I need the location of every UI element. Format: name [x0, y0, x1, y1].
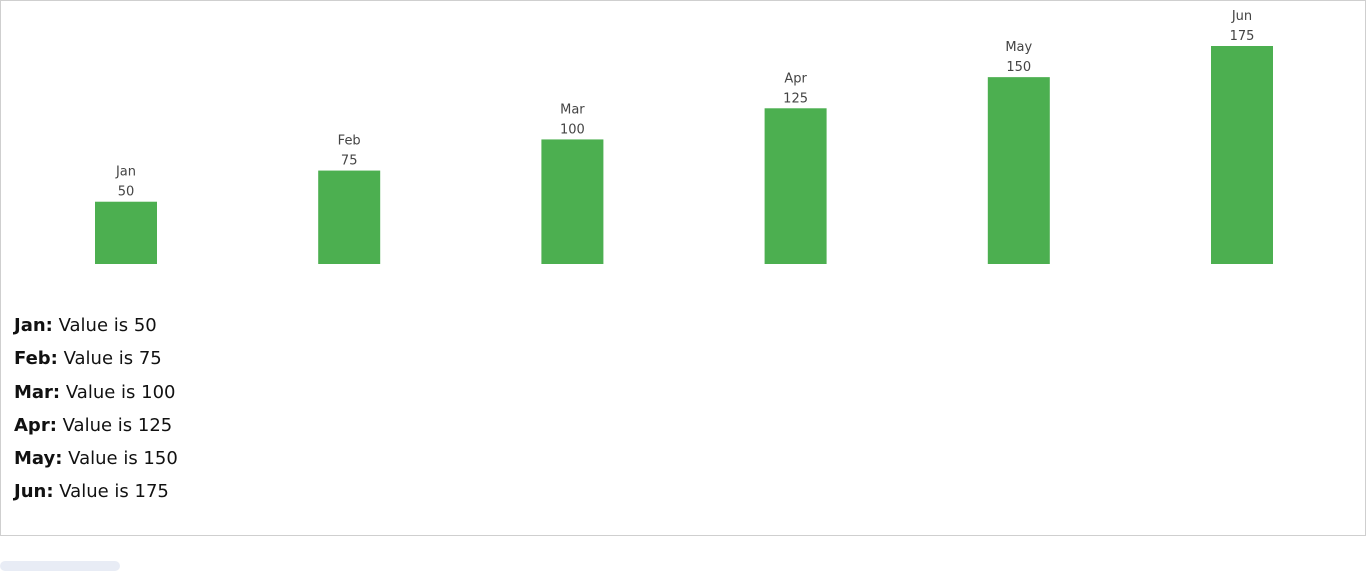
detail-text: Value is 175 — [59, 481, 169, 503]
detail-item-apr: Apr: Value is 125 — [14, 409, 178, 442]
bar-value-label: 175 — [1230, 29, 1255, 44]
bar-category-label: Feb — [338, 134, 361, 149]
bottom-control[interactable] — [0, 561, 120, 571]
detail-text: Value is 75 — [63, 348, 162, 370]
bar-mar[interactable] — [541, 139, 604, 264]
bar-category-label: May — [1005, 40, 1032, 55]
detail-category: Mar: — [14, 381, 61, 403]
bar-jan[interactable] — [95, 201, 157, 264]
bar-value-label: 75 — [341, 154, 358, 169]
bar-apr[interactable] — [764, 108, 827, 265]
bar-feb[interactable] — [318, 170, 381, 264]
detail-category: Jan: — [14, 315, 53, 336]
bar-category-label: Apr — [784, 71, 807, 86]
detail-item-jan: Jan: Value is 50 — [14, 309, 178, 342]
detail-text: Value is 100 — [65, 381, 176, 403]
bar-jun[interactable] — [1211, 46, 1273, 264]
detail-text: Value is 50 — [58, 315, 157, 336]
bar-value-label: 50 — [118, 185, 135, 200]
detail-text: Value is 125 — [62, 414, 173, 436]
detail-item-feb: Feb: Value is 75 — [14, 342, 178, 375]
detail-category: Feb: — [14, 348, 58, 370]
bar-chart: Jan 50 Feb 75 Mar 100 Apr 125 May 150 Jun 175 — [95, 9, 1273, 265]
bar-value-label: 125 — [783, 91, 808, 106]
bar-category-label: Jan — [115, 165, 136, 180]
bar-category-label: Jun — [1231, 9, 1252, 24]
value-details-list: Jan: Value is 50 Feb: Value is 75 Mar: V… — [14, 309, 178, 509]
detail-item-mar: Mar: Value is 100 — [14, 376, 178, 409]
bar-category-label: Mar — [560, 102, 585, 117]
bar-may[interactable] — [987, 77, 1050, 265]
bar-value-label: 100 — [560, 122, 585, 137]
detail-text: Value is 150 — [68, 448, 178, 470]
detail-item-jun: Jun: Value is 175 — [14, 475, 178, 508]
detail-item-may: May: Value is 150 — [14, 442, 178, 475]
bar-value-label: 150 — [1006, 60, 1031, 75]
detail-category: Jun: — [14, 481, 54, 503]
detail-category: May: — [14, 448, 63, 470]
chart-panel: Jan 50 Feb 75 Mar 100 Apr 125 May 150 Jun 175 Jan: … — [0, 0, 1366, 536]
detail-category: Apr: — [14, 414, 57, 436]
